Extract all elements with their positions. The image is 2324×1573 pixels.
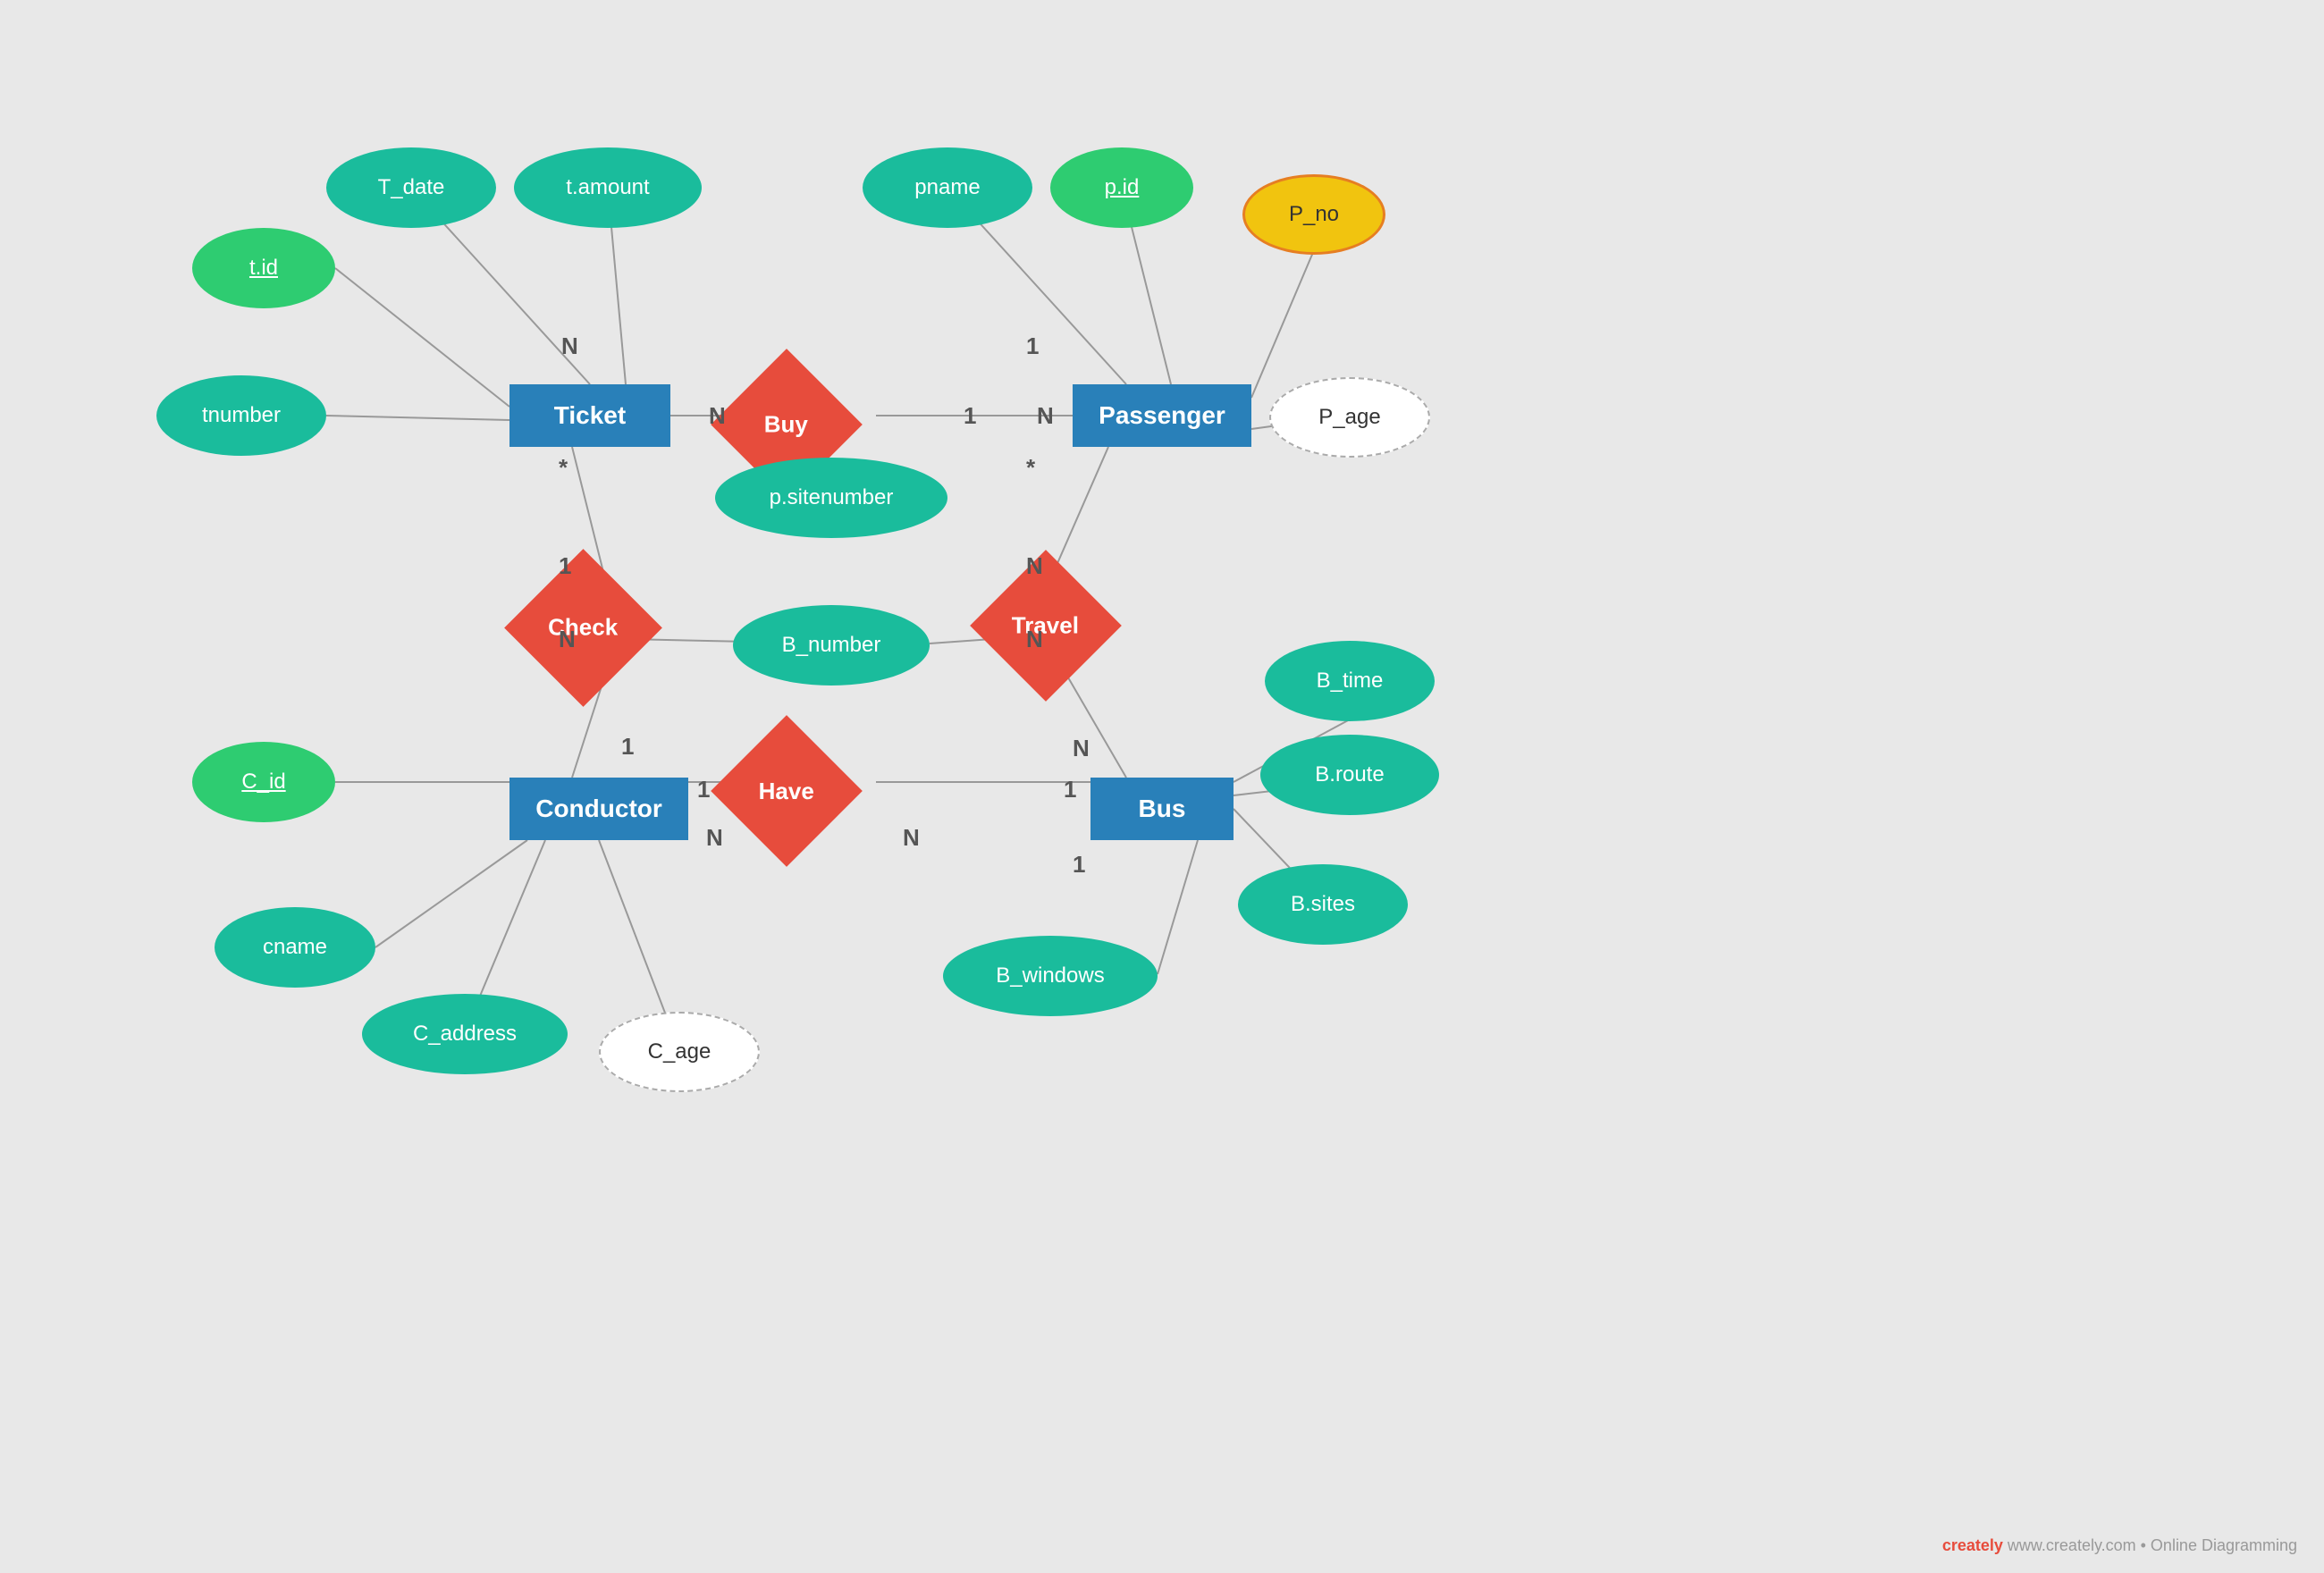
entity-bus: Bus: [1090, 778, 1234, 840]
attribute-b-sites: B.sites: [1238, 864, 1408, 945]
attribute-cname: cname: [215, 907, 375, 988]
cardinality-ticket-buy: N: [709, 402, 726, 430]
attribute-b-time: B_time: [1265, 641, 1435, 721]
cardinality-have-n1: N: [706, 824, 723, 852]
attribute-c-id: C_id: [192, 742, 335, 822]
cardinality-have-n2: N: [903, 824, 920, 852]
watermark: creately www.creately.com • Online Diagr…: [1942, 1536, 2297, 1555]
cardinality-bus-top: N: [1073, 735, 1090, 762]
cardinality-conductor-check2: 1: [697, 776, 710, 803]
cardinality-check-bottom: N: [559, 626, 576, 653]
attribute-p-age: P_age: [1269, 377, 1430, 458]
attribute-p-id: p.id: [1050, 147, 1193, 228]
cardinality-ticket-top: N: [561, 332, 578, 360]
relationship-check: Check: [504, 549, 662, 707]
entity-passenger: Passenger: [1073, 384, 1251, 447]
relationship-travel: Travel: [970, 550, 1122, 702]
attribute-t-amount: t.amount: [514, 147, 702, 228]
cardinality-buy-n2: N: [1037, 402, 1054, 430]
attribute-p-no: P_no: [1242, 174, 1385, 255]
attribute-t-id: t.id: [192, 228, 335, 308]
attribute-pname: pname: [863, 147, 1032, 228]
cardinality-bus-bottom: 1: [1073, 851, 1085, 879]
attribute-tnumber: tnumber: [156, 375, 326, 456]
cardinality-ticket-bottom: *: [559, 454, 568, 482]
attribute-b-route: B.route: [1260, 735, 1439, 815]
attribute-p-sitenumber: p.sitenumber: [715, 458, 947, 538]
entity-ticket: Ticket: [509, 384, 670, 447]
attribute-c-age: C_age: [599, 1012, 760, 1092]
cardinality-conductor-check1: 1: [621, 733, 634, 761]
cardinality-passenger-buy: 1: [964, 402, 976, 430]
attribute-t-date: T_date: [326, 147, 496, 228]
cardinality-passenger-top: 1: [1026, 332, 1039, 360]
cardinality-travel-top: N: [1026, 552, 1043, 580]
cardinality-have-bus: 1: [1064, 776, 1076, 803]
relationship-have: Have: [711, 715, 863, 867]
attribute-b-windows: B_windows: [943, 936, 1158, 1016]
cardinality-travel-bottom: N: [1026, 626, 1043, 653]
cardinality-passenger-bottom: *: [1026, 454, 1035, 482]
cardinality-check-top: 1: [559, 552, 571, 580]
attribute-c-address: C_address: [362, 994, 568, 1074]
attribute-b-number: B_number: [733, 605, 930, 686]
entity-conductor: Conductor: [509, 778, 688, 840]
